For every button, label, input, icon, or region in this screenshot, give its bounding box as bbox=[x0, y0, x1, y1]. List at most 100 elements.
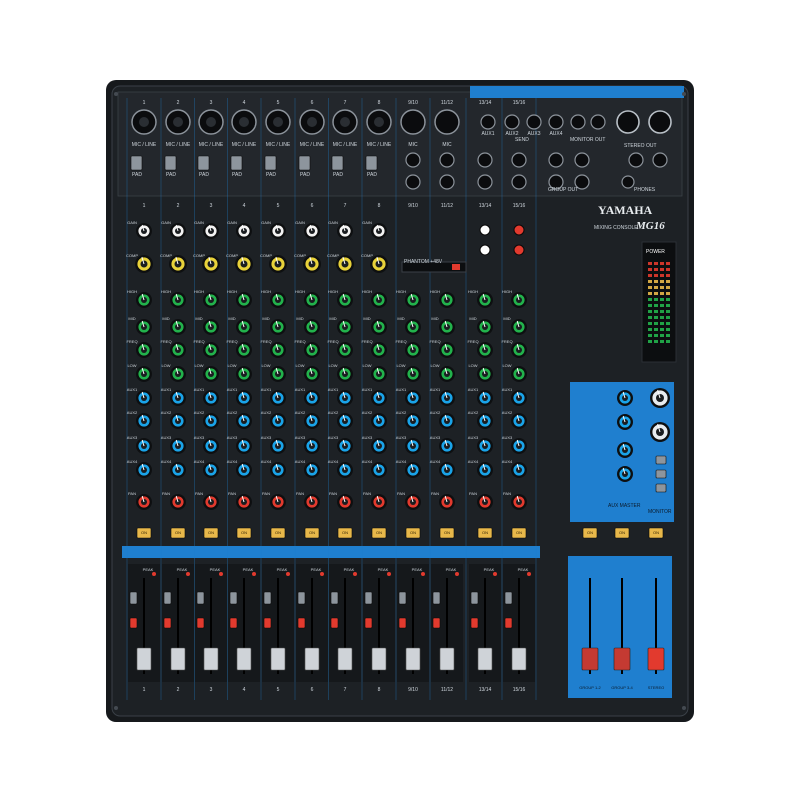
pfl-button[interactable] bbox=[504, 617, 513, 629]
line-jack-l[interactable] bbox=[511, 152, 527, 168]
jack-core bbox=[173, 117, 183, 127]
group-switch[interactable] bbox=[432, 591, 441, 605]
knob-label: AUX1 bbox=[160, 387, 172, 392]
knob-label: AUX4 bbox=[361, 459, 373, 464]
pad-switch[interactable] bbox=[164, 155, 177, 171]
group-switch[interactable] bbox=[163, 591, 172, 605]
master-fader[interactable] bbox=[613, 647, 631, 671]
pfl-button[interactable] bbox=[330, 617, 339, 629]
pfl-button[interactable] bbox=[297, 617, 306, 629]
monitor-out-jack[interactable] bbox=[590, 114, 606, 130]
line-jack-l[interactable] bbox=[405, 152, 421, 168]
pfl-button[interactable] bbox=[398, 617, 407, 629]
knob-label: HIGH bbox=[161, 289, 171, 294]
group-switch[interactable] bbox=[398, 591, 407, 605]
phantom-switch[interactable] bbox=[452, 264, 460, 270]
rca-input[interactable] bbox=[479, 244, 491, 256]
pad-label: PAD bbox=[132, 172, 142, 178]
channel-fader[interactable] bbox=[136, 647, 152, 671]
channel-fader[interactable] bbox=[405, 647, 421, 671]
output-jack[interactable] bbox=[652, 152, 668, 168]
pfl-button[interactable] bbox=[129, 617, 138, 629]
stereo-out-xlr[interactable] bbox=[616, 110, 640, 134]
knob-label: AUX3 bbox=[467, 435, 479, 440]
knob-label: HIGH bbox=[396, 289, 406, 294]
pfl-button[interactable] bbox=[432, 617, 441, 629]
channel-fader[interactable] bbox=[270, 647, 286, 671]
monitor-source-switch[interactable] bbox=[655, 455, 667, 465]
pfl-button[interactable] bbox=[364, 617, 373, 629]
output-jack[interactable] bbox=[628, 152, 644, 168]
rca-input[interactable] bbox=[513, 244, 525, 256]
rca-input[interactable] bbox=[513, 224, 525, 236]
group-switch[interactable] bbox=[263, 591, 272, 605]
pfl-button[interactable] bbox=[196, 617, 205, 629]
stereo-out-xlr[interactable] bbox=[648, 110, 672, 134]
output-jack[interactable] bbox=[548, 152, 564, 168]
group-switch[interactable] bbox=[364, 591, 373, 605]
pad-label: PAD bbox=[367, 172, 377, 178]
line-jack-r[interactable] bbox=[439, 174, 455, 190]
pad-switch[interactable] bbox=[331, 155, 344, 171]
line-jack-r[interactable] bbox=[405, 174, 421, 190]
group-switch[interactable] bbox=[470, 591, 479, 605]
group-switch[interactable] bbox=[330, 591, 339, 605]
pfl-button[interactable] bbox=[229, 617, 238, 629]
aux-send-jack[interactable] bbox=[480, 114, 496, 130]
input-type-label: MIC / LINE bbox=[131, 142, 157, 148]
peak-led bbox=[455, 572, 459, 576]
master-fader[interactable] bbox=[581, 647, 599, 671]
pad-switch[interactable] bbox=[230, 155, 243, 171]
knob-label: COMP bbox=[294, 253, 306, 258]
channel-number: 11/12 bbox=[440, 203, 454, 209]
xlr-jack[interactable] bbox=[434, 109, 460, 135]
line-jack-r[interactable] bbox=[477, 174, 493, 190]
channel-fader[interactable] bbox=[511, 647, 527, 671]
group-switch[interactable] bbox=[504, 591, 513, 605]
xlr-jack[interactable] bbox=[400, 109, 426, 135]
monitor-source-switch[interactable] bbox=[655, 483, 667, 493]
group-switch[interactable] bbox=[297, 591, 306, 605]
pfl-button[interactable] bbox=[470, 617, 479, 629]
knob-label: COMP bbox=[260, 253, 272, 258]
group-switch[interactable] bbox=[196, 591, 205, 605]
pad-switch[interactable] bbox=[264, 155, 277, 171]
line-jack-l[interactable] bbox=[477, 152, 493, 168]
fader-channel-number: 8 bbox=[377, 687, 381, 693]
channel-fader[interactable] bbox=[236, 647, 252, 671]
channel-fader[interactable] bbox=[371, 647, 387, 671]
line-jack-r[interactable] bbox=[511, 174, 527, 190]
channel-fader[interactable] bbox=[304, 647, 320, 671]
channel-fader[interactable] bbox=[439, 647, 455, 671]
channel-fader[interactable] bbox=[170, 647, 186, 671]
peak-label: PEAK bbox=[483, 567, 495, 572]
channel-number-top: 3 bbox=[209, 100, 213, 106]
line-jack-l[interactable] bbox=[439, 152, 455, 168]
rca-input[interactable] bbox=[479, 224, 491, 236]
channel-number: 1 bbox=[142, 203, 146, 209]
channel-fader[interactable] bbox=[477, 647, 493, 671]
monitor-source-switch[interactable] bbox=[655, 469, 667, 479]
monitor-out-jack[interactable] bbox=[570, 114, 586, 130]
meter-led bbox=[648, 310, 652, 313]
pad-switch[interactable] bbox=[298, 155, 311, 171]
aux-send-jack[interactable] bbox=[526, 114, 542, 130]
master-fader[interactable] bbox=[647, 647, 665, 671]
pad-label: PAD bbox=[333, 172, 343, 178]
channel-number: 2 bbox=[176, 203, 180, 209]
channel-fader[interactable] bbox=[337, 647, 353, 671]
group-switch[interactable] bbox=[229, 591, 238, 605]
pfl-button[interactable] bbox=[163, 617, 172, 629]
pfl-button[interactable] bbox=[263, 617, 272, 629]
on-label: ON bbox=[516, 530, 522, 535]
aux-send-jack[interactable] bbox=[504, 114, 520, 130]
master-fader-label: STEREO bbox=[647, 685, 665, 690]
channel-fader[interactable] bbox=[203, 647, 219, 671]
pad-switch[interactable] bbox=[130, 155, 143, 171]
pad-switch[interactable] bbox=[365, 155, 378, 171]
aux-send-label: AUX2 bbox=[505, 131, 519, 137]
group-switch[interactable] bbox=[129, 591, 138, 605]
pad-switch[interactable] bbox=[197, 155, 210, 171]
aux-send-jack[interactable] bbox=[548, 114, 564, 130]
output-jack[interactable] bbox=[574, 152, 590, 168]
